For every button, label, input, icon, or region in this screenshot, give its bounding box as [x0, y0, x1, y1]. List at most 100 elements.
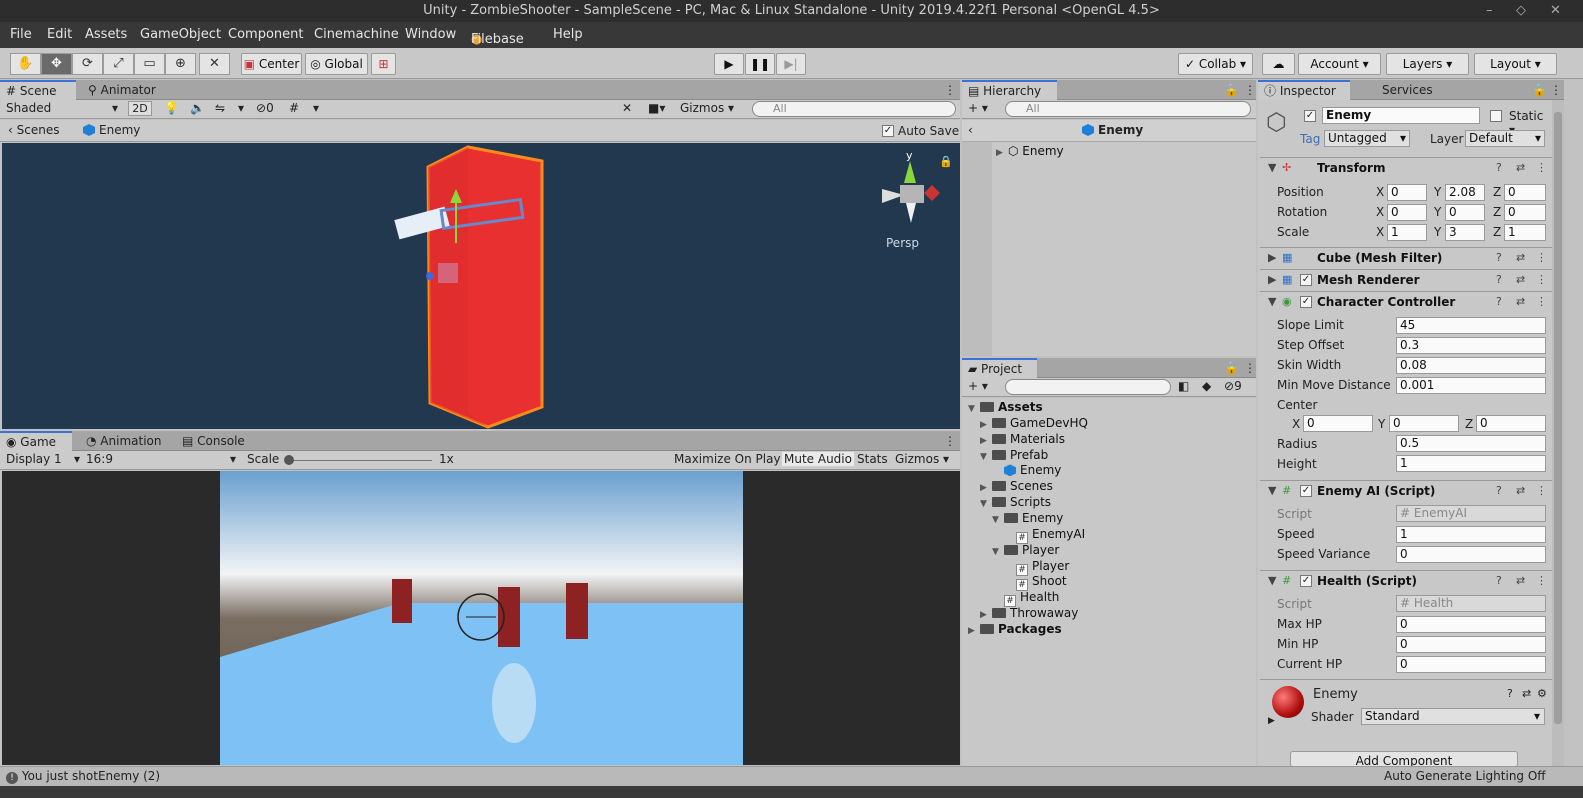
expand-arrow-icon[interactable]: ▶	[980, 420, 992, 430]
transform-x-field[interactable]: 0	[1387, 184, 1427, 201]
camera-icon[interactable]: ■▾	[648, 101, 665, 115]
project-item-gamedevhq[interactable]: ▶ GameDevHQ	[980, 416, 1088, 430]
scale-slider-thumb[interactable]	[284, 455, 294, 465]
project-search-input[interactable]	[1005, 379, 1171, 395]
snap-icon[interactable]: ⊞	[371, 53, 396, 75]
orientation-gizmo[interactable]	[882, 161, 940, 223]
account-dropdown[interactable]: Account ▾	[1298, 53, 1381, 75]
effects-dropdown-icon[interactable]: ▾	[238, 101, 244, 115]
cloud-icon[interactable]: ☁	[1262, 53, 1295, 75]
transform-x-field[interactable]: 1	[1387, 224, 1427, 241]
menu-cinemachine[interactable]: Cinemachine	[314, 27, 399, 42]
height-field[interactable]: 1	[1396, 455, 1546, 472]
stats-toggle[interactable]: Stats	[857, 452, 888, 466]
transform-x-field[interactable]: 0	[1387, 204, 1427, 221]
preset-icon[interactable]: ⇄	[1516, 273, 1525, 286]
transform-y-field[interactable]: 2.08	[1445, 184, 1485, 201]
project-item-health[interactable]: # Health	[992, 590, 1059, 608]
scale-tool-icon[interactable]: ⤢	[103, 53, 134, 75]
maximize-on-play-toggle[interactable]: Maximize On Play	[672, 452, 783, 466]
menu-help[interactable]: Help	[553, 27, 583, 42]
scene-search-input[interactable]: All	[752, 101, 956, 117]
component-menu-icon[interactable]: ⋮	[1536, 161, 1547, 174]
transform-z-field[interactable]: 0	[1504, 204, 1546, 221]
tab-animator[interactable]: ⚲ Animator	[82, 80, 162, 100]
close-icon[interactable]: ✕	[1550, 0, 1561, 22]
expand-arrow-icon[interactable]: ▼	[980, 452, 992, 462]
help-icon[interactable]: ?	[1507, 687, 1513, 700]
tab-game[interactable]: ◉ Game	[0, 431, 72, 451]
tag-dropdown[interactable]: Untagged ▾	[1324, 130, 1410, 147]
hierarchy-add-button[interactable]: + ▾	[968, 101, 988, 115]
project-item-materials[interactable]: ▶ Materials	[980, 432, 1065, 446]
maximize-icon[interactable]: ◇	[1516, 0, 1526, 22]
tab-project[interactable]: ▰ Project	[962, 358, 1037, 378]
project-item-throwaway[interactable]: ▶ Throwaway	[980, 606, 1078, 620]
help-icon[interactable]: ?	[1496, 574, 1502, 587]
help-icon[interactable]: ?	[1496, 295, 1502, 308]
filter-type-icon[interactable]: ◧	[1178, 379, 1189, 393]
play-button[interactable]: ▶	[714, 53, 744, 75]
tab-scene[interactable]: # Scene	[0, 80, 76, 100]
menu-edit[interactable]: Edit	[47, 27, 72, 42]
preset-icon[interactable]: ⇄	[1516, 295, 1525, 308]
tab-console[interactable]: ▤ Console	[176, 431, 251, 451]
add-component-button[interactable]: Add Component	[1290, 751, 1518, 767]
pivot-center-button[interactable]: ▣ Center	[241, 53, 302, 75]
scale-slider[interactable]	[288, 460, 432, 461]
breadcrumb-scenes[interactable]: ‹ Scenes	[8, 123, 59, 137]
grid-dropdown-icon[interactable]: ▾	[313, 101, 319, 115]
static-checkbox[interactable]	[1490, 110, 1502, 122]
gizmos-dropdown[interactable]: Gizmos ▾	[680, 101, 734, 115]
tab-animation[interactable]: ◔ Animation	[80, 431, 167, 451]
effects-icon[interactable]: ⇋	[215, 101, 225, 115]
value-field[interactable]: 0.001	[1396, 377, 1546, 394]
center-z-field[interactable]: 0	[1476, 415, 1546, 432]
grid-icon[interactable]: #	[289, 101, 299, 115]
value-field[interactable]: 0	[1396, 616, 1546, 633]
enemy-ai-header[interactable]: ▼ # ✓ Enemy AI (Script) ? ⇄ ⋮	[1260, 480, 1552, 502]
transform-z-field[interactable]: 1	[1504, 224, 1546, 241]
rect-tool-icon[interactable]: ▭	[134, 53, 165, 75]
project-item-enemy[interactable]: Enemy	[992, 463, 1061, 477]
project-item-enemyai[interactable]: # EnemyAI	[1004, 527, 1085, 544]
expand-arrow-icon[interactable]: ▶	[980, 610, 992, 620]
menu-window[interactable]: Window	[405, 27, 456, 42]
project-item-prefab[interactable]: ▼ Prefab	[980, 448, 1048, 462]
value-field[interactable]: 0	[1396, 656, 1546, 673]
enemy-ai-checkbox[interactable]: ✓	[1300, 485, 1312, 497]
project-item-player[interactable]: ▼ Player	[992, 543, 1059, 557]
preset-icon[interactable]: ⇄	[1516, 161, 1525, 174]
menu-file[interactable]: File	[10, 27, 32, 42]
menu-component[interactable]: Component	[228, 27, 303, 42]
filter-label-icon[interactable]: ◆	[1202, 379, 1211, 393]
layers-dropdown[interactable]: Layers ▾	[1386, 53, 1469, 75]
center-x-field[interactable]: 0	[1303, 415, 1373, 432]
project-item-shoot[interactable]: # Shoot	[1004, 574, 1067, 592]
health-header[interactable]: ▼ # ✓ Health (Script) ? ⇄ ⋮	[1260, 570, 1552, 592]
preset-icon[interactable]: ⇄	[1516, 484, 1525, 497]
value-field[interactable]: 45	[1396, 317, 1546, 334]
pause-button[interactable]: ❚❚	[745, 53, 775, 75]
help-icon[interactable]: ?	[1496, 161, 1502, 174]
lighting-icon[interactable]: 💡	[164, 101, 179, 115]
hand-tool-icon[interactable]: ✋	[10, 53, 41, 75]
scene-viewport[interactable]: y Persp 🔒	[2, 143, 960, 429]
rotate-tool-icon[interactable]: ⟳	[72, 53, 103, 75]
project-add-button[interactable]: + ▾	[968, 379, 988, 393]
layout-dropdown[interactable]: Layout ▾	[1474, 53, 1557, 75]
expand-arrow-icon[interactable]: ▶	[980, 483, 992, 493]
breadcrumb-enemy[interactable]: Enemy	[83, 123, 140, 137]
mode-2d-button[interactable]: 2D	[128, 101, 152, 116]
material-expand-icon[interactable]: ▶	[1268, 716, 1275, 726]
center-y-field[interactable]: 0	[1389, 415, 1459, 432]
hidden-objects-toggle[interactable]: ⊘0	[256, 101, 274, 115]
active-checkbox[interactable]: ✓	[1304, 110, 1316, 122]
expand-arrow-icon[interactable]: ▼	[992, 547, 1004, 557]
project-item-scenes[interactable]: ▶ Scenes	[980, 479, 1053, 493]
inspector-scrollbar-thumb[interactable]	[1554, 112, 1562, 724]
component-menu-icon[interactable]: ⋮	[1536, 574, 1547, 587]
project-item-enemy[interactable]: ▼ Enemy	[992, 511, 1063, 525]
gear-icon[interactable]: ⚙	[1537, 687, 1547, 700]
project-item-packages[interactable]: ▶ Packages	[968, 622, 1062, 636]
